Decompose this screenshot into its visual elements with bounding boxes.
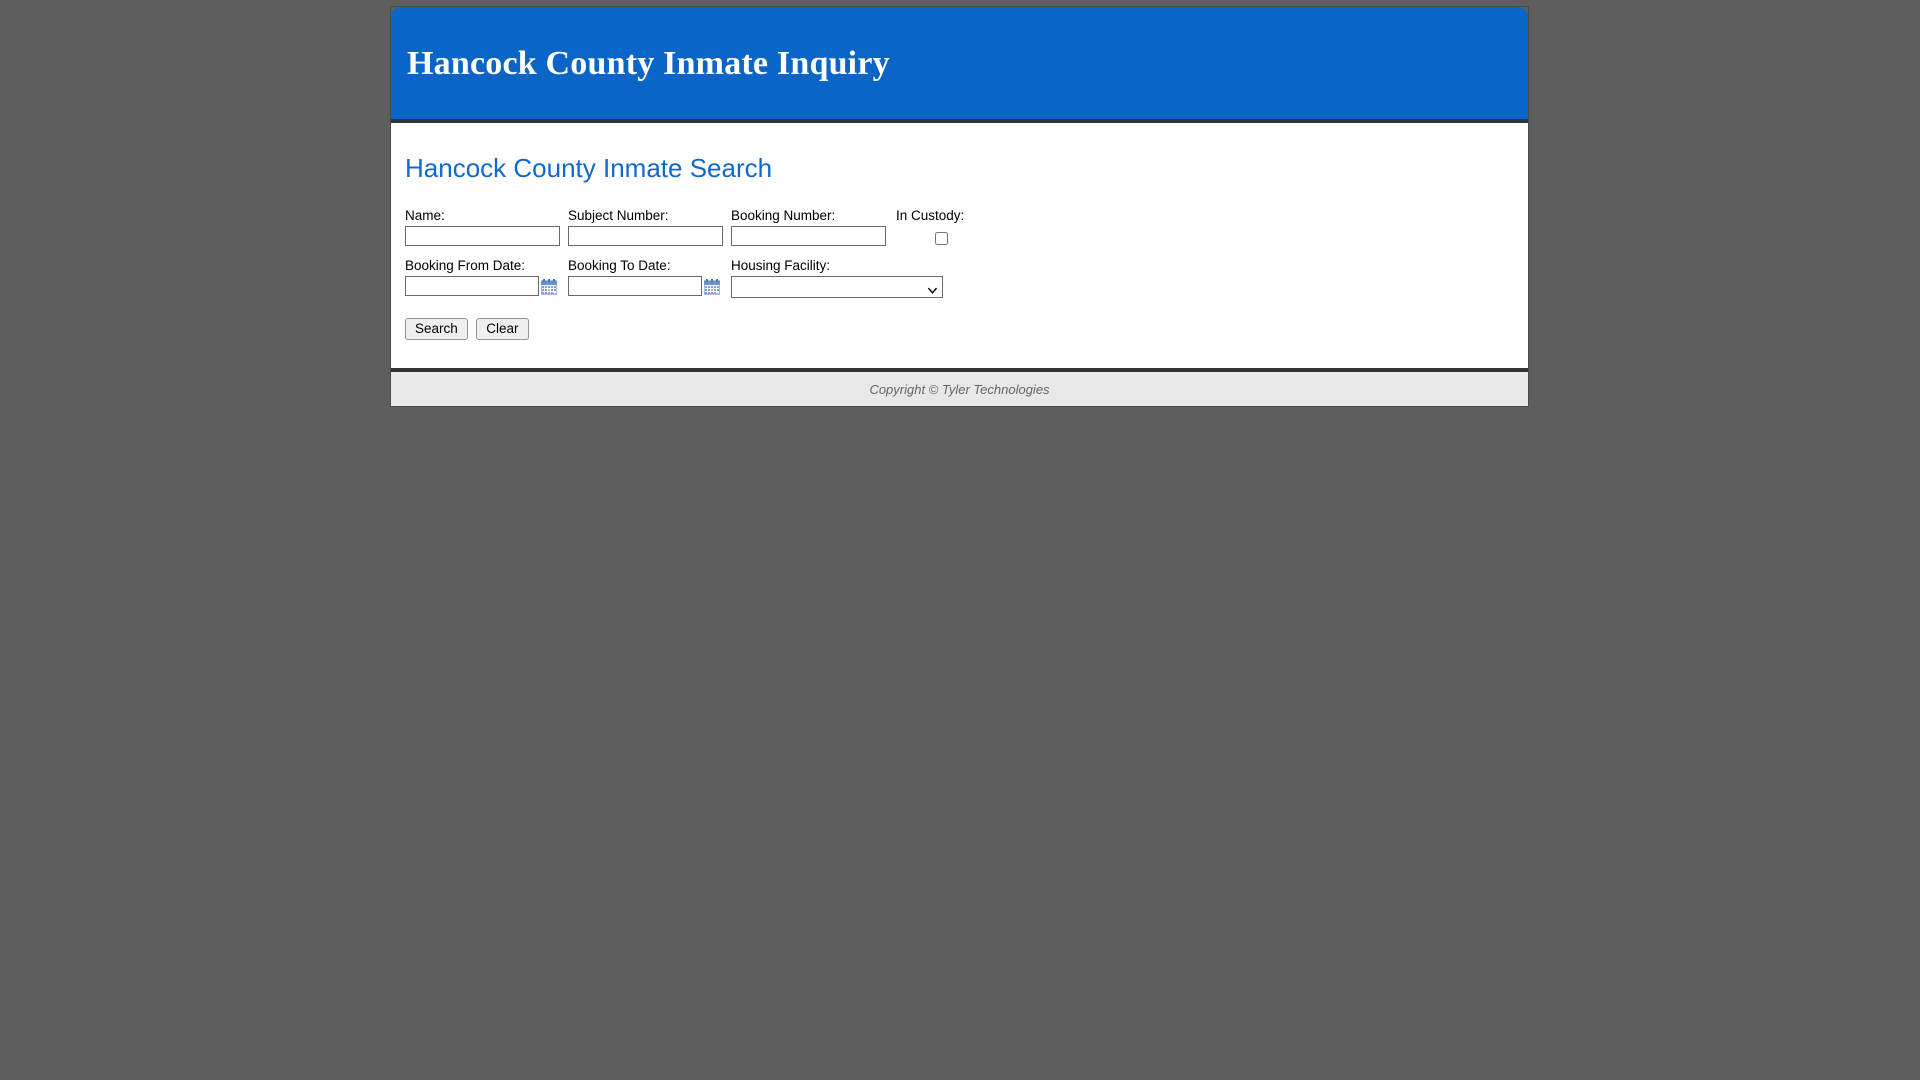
calendar-icon[interactable] [541,279,557,295]
subject-number-input[interactable] [568,226,723,246]
in-custody-label: In Custody: [896,208,965,223]
name-input[interactable] [405,226,560,246]
page-title: Hancock County Inmate Inquiry [407,45,890,82]
booking-to-date-label: Booking To Date: [568,258,671,273]
booking-from-date-wrap [405,276,560,296]
housing-facility-select-wrap [731,276,943,298]
clear-button[interactable]: Clear [476,318,529,340]
form-button-row: Search Clear [405,318,1528,340]
form-row-1: Name: Subject Number: Booking Number: In… [405,208,1528,248]
booking-number-field-group: Booking Number: [731,208,886,246]
calendar-icon[interactable] [704,279,720,295]
housing-facility-label: Housing Facility: [731,258,831,273]
booking-number-label: Booking Number: [731,208,836,223]
name-label: Name: [405,208,445,223]
search-heading: Hancock County Inmate Search [405,153,773,183]
housing-facility-select[interactable] [731,276,943,298]
form-row-2: Booking From Date: Booking To Date: Hous… [405,258,1528,298]
booking-to-date-field-group: Booking To Date: [568,258,723,296]
site-header: Hancock County Inmate Inquiry [391,7,1528,123]
in-custody-field-group: In Custody: [894,208,989,248]
subject-number-field-group: Subject Number: [568,208,723,246]
in-custody-checkbox-cell [894,228,989,248]
inmate-search-form: Name: Subject Number: Booking Number: In… [405,208,1528,340]
content-area: Hancock County Inmate Search Name: Subje… [391,123,1528,368]
site-footer: Copyright © Tyler Technologies [391,368,1528,406]
subject-number-label: Subject Number: [568,208,669,223]
booking-from-date-label: Booking From Date: [405,258,526,273]
name-field-group: Name: [405,208,560,246]
booking-to-date-input[interactable] [568,276,702,296]
booking-number-input[interactable] [731,226,886,246]
copyright-text: Copyright © Tyler Technologies [869,381,1050,397]
search-button[interactable]: Search [405,318,468,340]
application-window: Hancock County Inmate Inquiry Hancock Co… [390,6,1529,407]
booking-to-date-wrap [568,276,723,296]
booking-from-date-input[interactable] [405,276,539,296]
housing-facility-field-group: Housing Facility: [731,258,943,298]
in-custody-checkbox[interactable] [935,232,948,246]
booking-from-date-field-group: Booking From Date: [405,258,560,296]
